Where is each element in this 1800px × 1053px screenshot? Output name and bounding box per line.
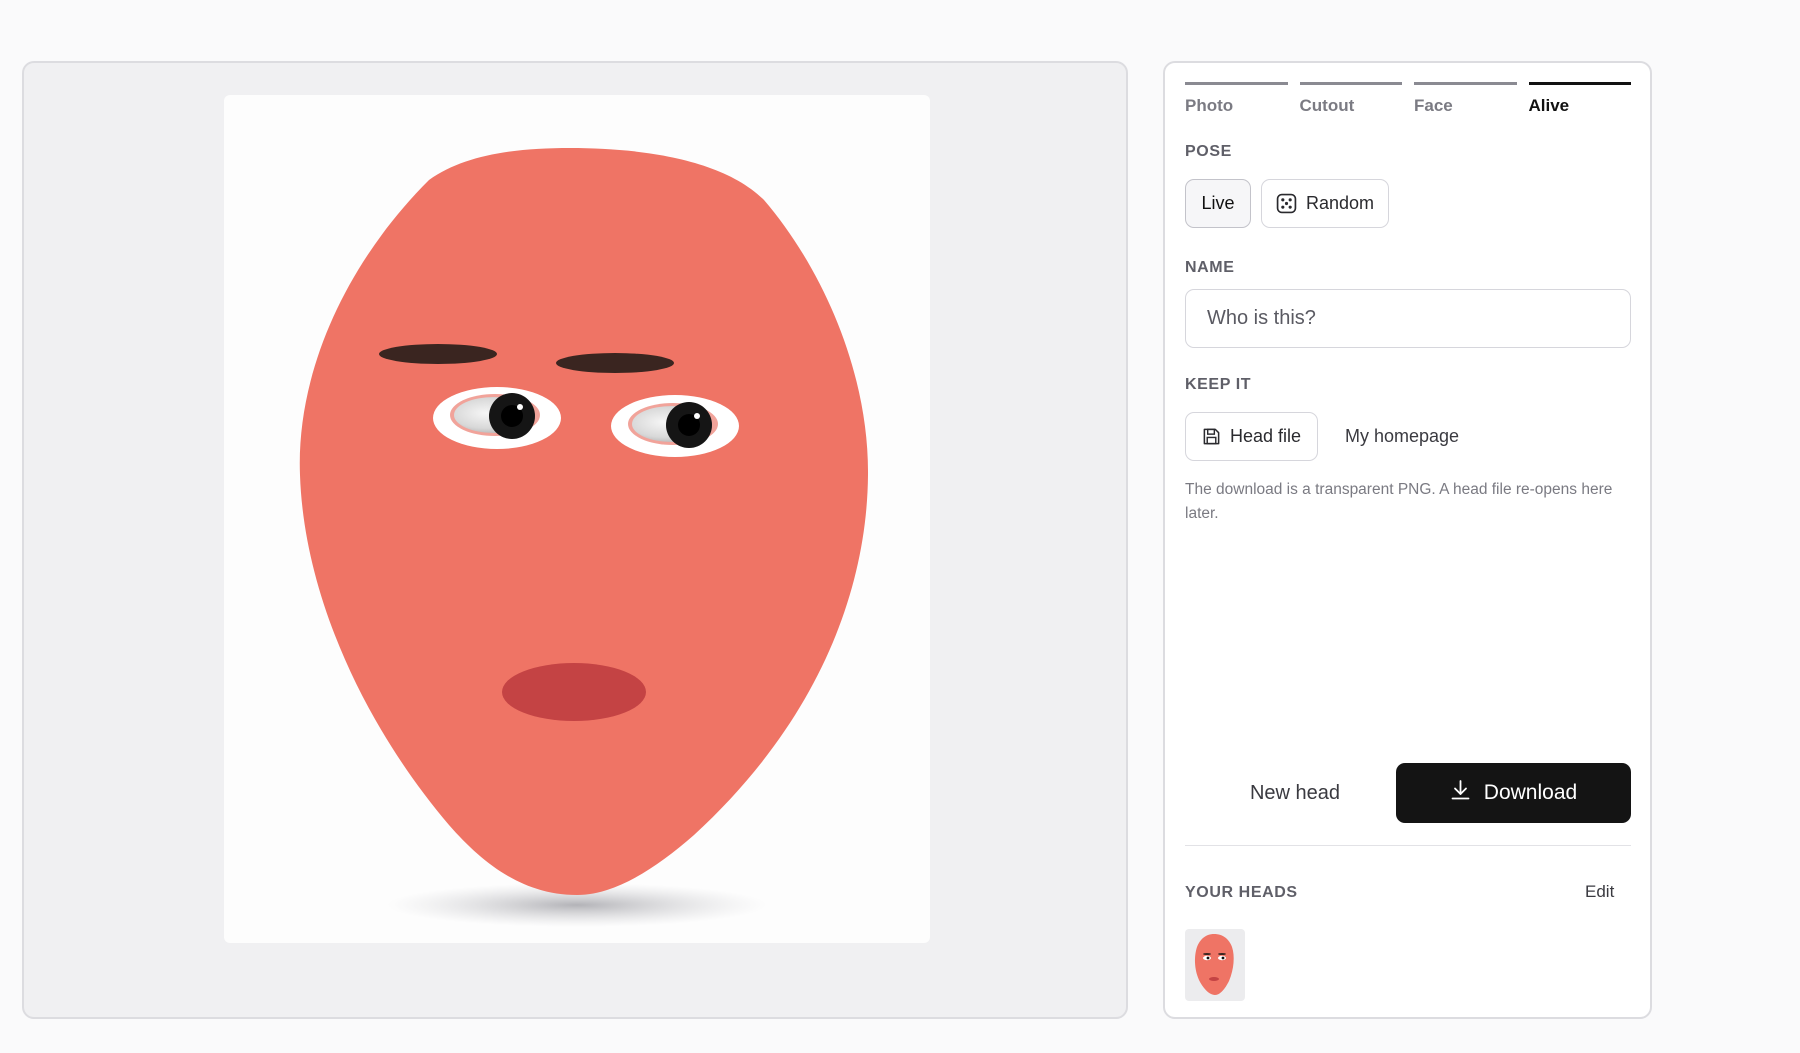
control-panel: Photo Cutout Face Alive POSE Live Random…	[1163, 61, 1652, 1019]
tab-face[interactable]: Face	[1414, 82, 1517, 116]
download-hint: The download is a transparent PNG. A hea…	[1185, 481, 1613, 522]
keep-it-label: KEEP IT	[1185, 376, 1252, 393]
download-label: Download	[1483, 781, 1578, 804]
tab-photo[interactable]: Photo	[1185, 82, 1288, 116]
left-eyebrow	[379, 344, 497, 364]
download-button[interactable]: Download	[1396, 763, 1631, 823]
pose-live-button[interactable]: Live	[1185, 179, 1251, 228]
floppy-disk-icon	[1202, 427, 1221, 446]
tab-cutout[interactable]: Cutout	[1299, 82, 1402, 116]
pose-random-label: Random	[1305, 193, 1375, 213]
right-eye	[611, 395, 739, 457]
head-shape	[299, 148, 869, 895]
head-preview-image	[299, 148, 869, 927]
pose-random-button[interactable]: Random	[1261, 179, 1389, 228]
pose-live-label: Live	[1201, 193, 1235, 213]
name-label: NAME	[1185, 259, 1235, 276]
edit-heads-link[interactable]: Edit	[1585, 882, 1614, 902]
download-arrow-icon	[1450, 779, 1471, 807]
left-eye	[433, 387, 561, 449]
step-tabs: Photo Cutout Face Alive	[1185, 82, 1631, 116]
your-heads-label: YOUR HEADS	[1185, 884, 1298, 901]
name-input[interactable]	[1185, 289, 1631, 348]
preview-stage	[22, 61, 1128, 1019]
tab-alive[interactable]: Alive	[1528, 82, 1631, 116]
saved-head-preview	[1194, 934, 1234, 995]
pose-label: POSE	[1185, 143, 1232, 160]
section-divider	[1185, 845, 1631, 846]
head-canvas	[224, 95, 930, 943]
head-file-button[interactable]: Head file	[1185, 412, 1318, 461]
new-head-button[interactable]: New head	[1205, 763, 1385, 823]
my-homepage-link[interactable]: My homepage	[1345, 426, 1459, 447]
saved-head-thumbnail[interactable]	[1185, 929, 1245, 1001]
head-file-label: Head file	[1229, 426, 1302, 446]
right-eyebrow	[556, 353, 674, 373]
dice-icon	[1276, 193, 1297, 214]
mouth	[502, 663, 646, 721]
new-head-label: New head	[1249, 781, 1341, 804]
